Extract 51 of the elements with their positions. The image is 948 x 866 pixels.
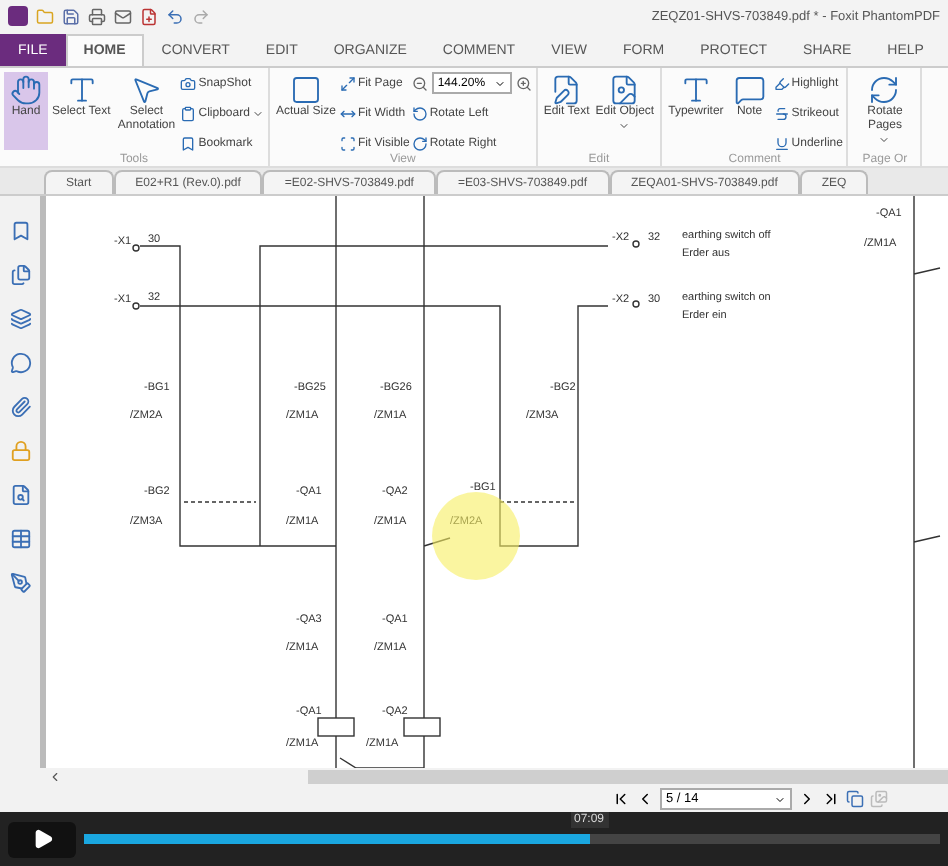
previous-page-icon[interactable]: [636, 790, 654, 808]
page-icon: [289, 74, 322, 106]
save-icon[interactable]: [62, 7, 80, 25]
edit-object-icon: [608, 74, 641, 106]
new-file-icon[interactable]: [140, 7, 158, 25]
clipboard-icon: [180, 105, 197, 121]
zoom-out-icon[interactable]: [411, 75, 428, 91]
strikethrough-icon: [773, 105, 790, 121]
bookmark-icon: [180, 135, 197, 151]
note-icon: [733, 74, 766, 106]
fit-page-icon: [339, 75, 356, 91]
print-icon[interactable]: [88, 7, 106, 25]
zoom-in-icon[interactable]: [515, 75, 532, 91]
fit-visible-icon: [339, 135, 356, 151]
last-page-icon[interactable]: [822, 790, 840, 808]
pen-icon[interactable]: [9, 572, 31, 594]
caret-icon: [774, 793, 786, 805]
highlighter-icon: [773, 75, 790, 91]
cursor-highlight: [432, 492, 520, 580]
play-button[interactable]: [8, 821, 76, 857]
rotate-pages-icon: [868, 74, 901, 106]
rotate-right-icon: [411, 135, 428, 151]
page-view-icon[interactable]: [846, 790, 864, 808]
comment-icon[interactable]: [9, 352, 31, 374]
underline-icon: [773, 135, 790, 151]
edit-text-icon: [550, 74, 583, 106]
camera-icon: [180, 75, 197, 91]
pointer-icon: [130, 74, 163, 106]
undo-icon[interactable]: [166, 7, 184, 25]
hand-icon: [10, 74, 42, 106]
app-logo-icon: [8, 6, 28, 26]
attachment-icon[interactable]: [9, 396, 31, 418]
scrollbar-thumb[interactable]: [308, 770, 948, 784]
layers-icon[interactable]: [9, 308, 31, 330]
fit-width-icon: [339, 105, 356, 121]
typewriter-icon: [679, 74, 712, 106]
table-icon[interactable]: [9, 528, 31, 550]
caret-icon: [618, 120, 631, 132]
play-icon: [31, 828, 53, 850]
file-search-icon[interactable]: [9, 484, 31, 506]
scroll-left-icon[interactable]: [48, 770, 62, 784]
caret-icon: [251, 107, 264, 119]
first-page-icon[interactable]: [612, 790, 630, 808]
pages-icon[interactable]: [9, 264, 31, 286]
rotate-left-icon: [411, 105, 428, 121]
caret-icon: [878, 134, 891, 146]
caret-icon: [493, 77, 506, 89]
bookmark-icon[interactable]: [9, 220, 31, 242]
text-cursor-icon: [65, 74, 98, 106]
mail-icon[interactable]: [114, 7, 132, 25]
next-page-icon[interactable]: [798, 790, 816, 808]
